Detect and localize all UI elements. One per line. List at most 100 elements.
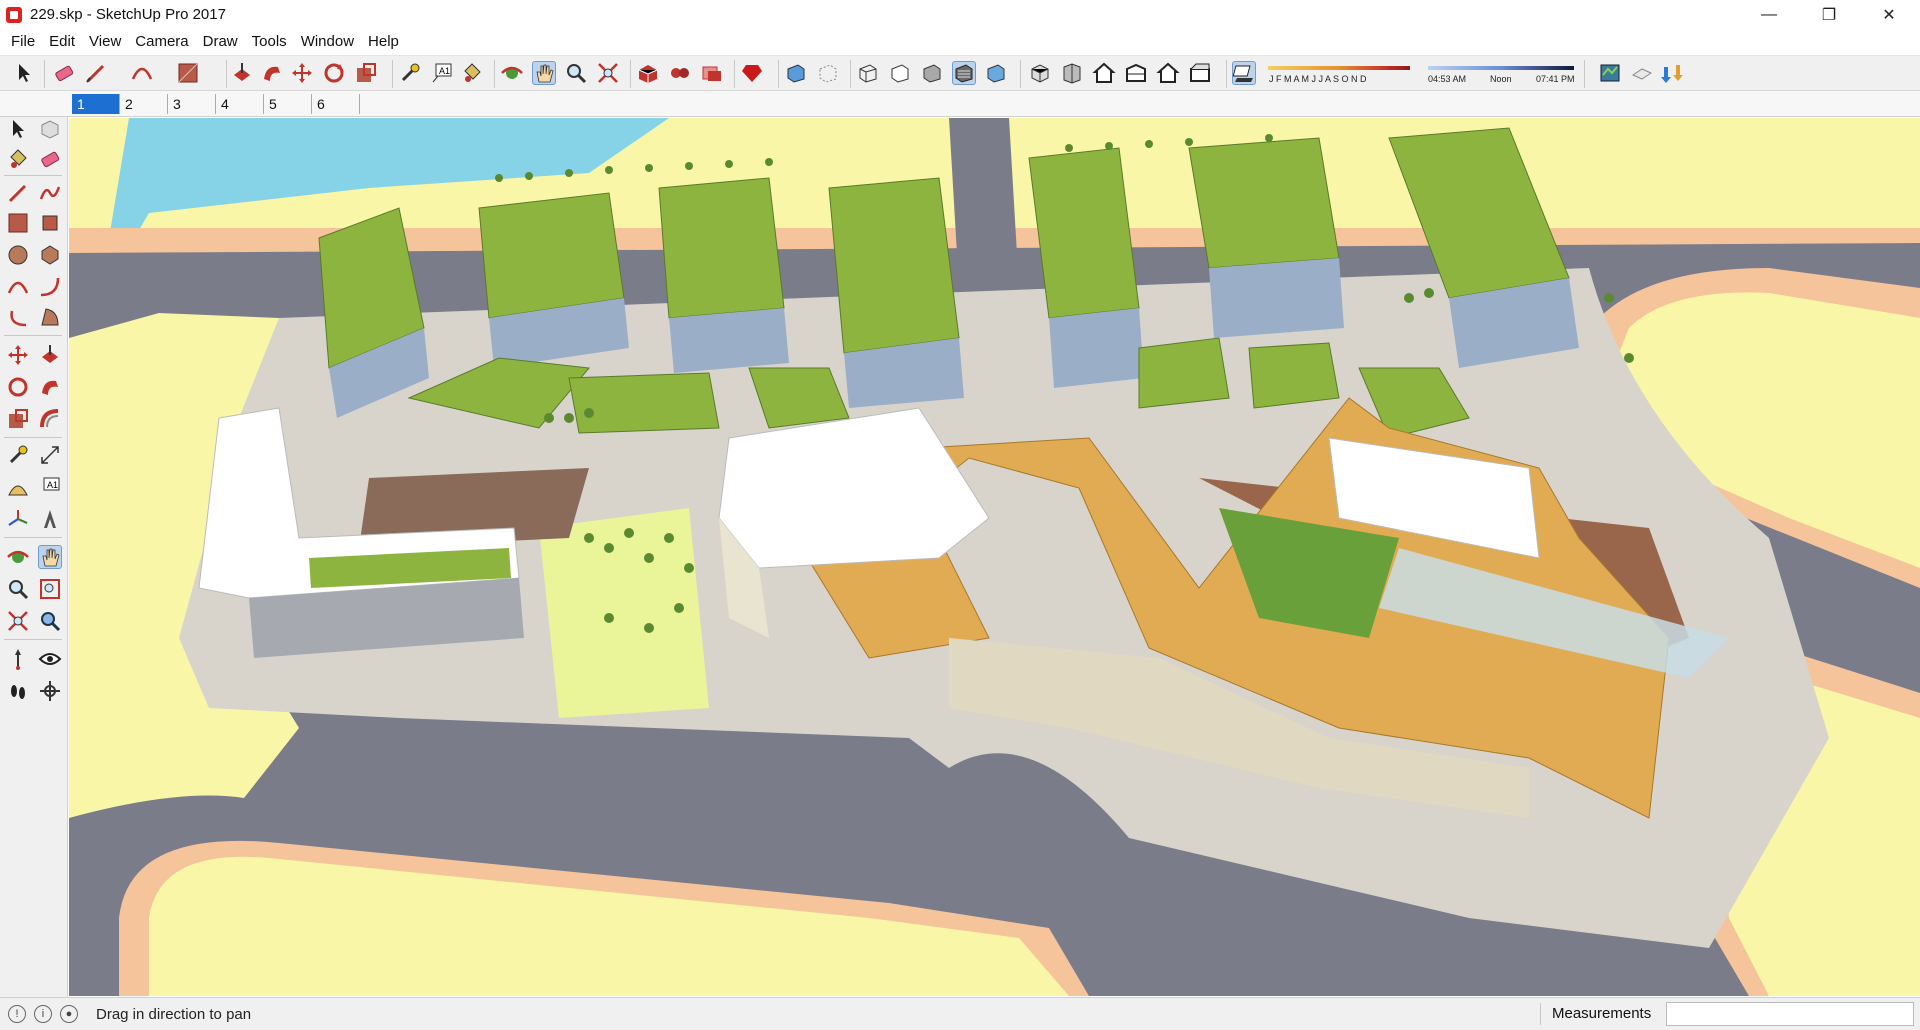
eraser-icon[interactable] (52, 61, 76, 85)
select-icon[interactable] (12, 61, 36, 85)
layout-icon[interactable] (700, 61, 724, 85)
shadow-month-slider[interactable]: J F M A M J J A S O N D (1268, 59, 1412, 89)
rectangle-icon[interactable] (176, 61, 200, 85)
position-camera-icon[interactable] (6, 647, 30, 671)
move-icon[interactable] (290, 61, 314, 85)
user-icon[interactable]: ● (60, 1005, 78, 1023)
three-point-arc-icon[interactable] (6, 305, 30, 329)
menu-camera[interactable]: Camera (128, 29, 195, 55)
look-around-icon[interactable] (38, 647, 62, 671)
rotate-icon[interactable] (322, 61, 346, 85)
section-plane-icon[interactable] (38, 679, 62, 703)
ruby-icon[interactable] (740, 61, 764, 85)
protractor-icon[interactable] (6, 475, 30, 499)
scene-tab-3[interactable]: 3 (168, 94, 216, 114)
scene-tab-5[interactable]: 5 (264, 94, 312, 114)
scale-icon[interactable] (6, 407, 30, 431)
text-icon[interactable]: A1 (38, 475, 62, 499)
menu-file[interactable]: File (4, 29, 42, 55)
dimension-icon[interactable] (38, 443, 62, 467)
geo-location-icon[interactable] (1598, 61, 1622, 85)
zoom-extents-icon[interactable] (596, 61, 620, 85)
model-scene (69, 118, 1920, 996)
monochrome-icon[interactable] (984, 61, 1008, 85)
tape-measure-icon[interactable] (6, 443, 30, 467)
minimize-button[interactable]: — (1746, 0, 1792, 29)
scene-tab-1[interactable]: 1 (72, 94, 120, 114)
push-pull-icon[interactable] (38, 343, 62, 367)
right-view-icon[interactable] (1124, 61, 1148, 85)
eraser-icon[interactable] (38, 147, 62, 171)
zoom-extents-icon[interactable] (6, 609, 30, 633)
left-view-icon[interactable] (1188, 61, 1212, 85)
add-location-icon[interactable] (1630, 61, 1654, 85)
orbit-icon[interactable] (6, 545, 30, 569)
move-icon[interactable] (6, 343, 30, 367)
follow-me-icon[interactable] (38, 375, 62, 399)
rotate-icon[interactable] (6, 375, 30, 399)
walk-icon[interactable] (6, 679, 30, 703)
tape-measure-icon[interactable] (398, 61, 422, 85)
orbit-icon[interactable] (500, 61, 524, 85)
model-viewport[interactable] (69, 118, 1920, 996)
measurements-input[interactable] (1666, 1002, 1914, 1026)
info-icon[interactable]: i (34, 1005, 52, 1023)
zoom-icon[interactable] (6, 577, 30, 601)
polygon-icon[interactable] (38, 243, 62, 267)
arc-icon[interactable] (130, 61, 154, 85)
paint-bucket-icon[interactable] (6, 147, 30, 171)
warehouse-icon[interactable] (636, 61, 660, 85)
two-point-arc-icon[interactable] (38, 275, 62, 299)
large-tool-set: A1 (0, 117, 68, 997)
xray-icon[interactable] (784, 61, 808, 85)
pie-icon[interactable] (38, 305, 62, 329)
sandbox-icon[interactable] (1660, 61, 1684, 85)
rectangle-icon[interactable] (6, 211, 30, 235)
maximize-button[interactable]: ❐ (1806, 0, 1852, 29)
axes-icon[interactable] (6, 507, 30, 531)
top-view-icon[interactable] (1060, 61, 1084, 85)
menu-help[interactable]: Help (361, 29, 406, 55)
menu-tools[interactable]: Tools (245, 29, 294, 55)
push-pull-icon[interactable] (230, 61, 254, 85)
extension-warehouse-icon[interactable] (668, 61, 692, 85)
iso-view-icon[interactable] (1028, 61, 1052, 85)
menu-edit[interactable]: Edit (42, 29, 82, 55)
scale-icon[interactable] (354, 61, 378, 85)
freehand-icon[interactable] (38, 181, 62, 205)
scene-tab-2[interactable]: 2 (120, 94, 168, 114)
pan-icon[interactable] (532, 61, 556, 85)
offset-icon[interactable] (38, 407, 62, 431)
3d-text-icon[interactable] (38, 507, 62, 531)
shadow-time-slider[interactable]: 04:53 AM Noon 07:41 PM (1428, 59, 1576, 89)
geo-location-status-icon[interactable]: ! (8, 1005, 26, 1023)
scene-tab-6[interactable]: 6 (312, 94, 360, 114)
text-icon[interactable]: A1 (430, 61, 454, 85)
scene-tab-4[interactable]: 4 (216, 94, 264, 114)
rotated-rectangle-icon[interactable] (38, 211, 62, 235)
back-edges-icon[interactable] (816, 61, 840, 85)
select-icon[interactable] (6, 117, 30, 141)
back-view-icon[interactable] (1156, 61, 1180, 85)
front-view-icon[interactable] (1092, 61, 1116, 85)
circle-icon[interactable] (6, 243, 30, 267)
shaded-icon[interactable] (920, 61, 944, 85)
shaded-textures-icon[interactable] (952, 61, 976, 85)
zoom-icon[interactable] (564, 61, 588, 85)
paint-bucket-icon[interactable] (460, 61, 484, 85)
menu-window[interactable]: Window (294, 29, 361, 55)
wireframe-icon[interactable] (856, 61, 880, 85)
zoom-window-icon[interactable] (38, 577, 62, 601)
menu-draw[interactable]: Draw (196, 29, 245, 55)
line-icon[interactable] (6, 181, 30, 205)
hidden-line-icon[interactable] (888, 61, 912, 85)
component-icon[interactable] (38, 117, 62, 141)
previous-view-icon[interactable] (38, 609, 62, 633)
follow-me-icon[interactable] (260, 61, 284, 85)
pan-icon[interactable] (38, 545, 62, 569)
menu-view[interactable]: View (82, 29, 128, 55)
arc-icon[interactable] (6, 275, 30, 299)
close-button[interactable]: ✕ (1866, 0, 1912, 29)
line-icon[interactable] (84, 61, 108, 85)
shadows-toggle-icon[interactable] (1232, 61, 1256, 85)
